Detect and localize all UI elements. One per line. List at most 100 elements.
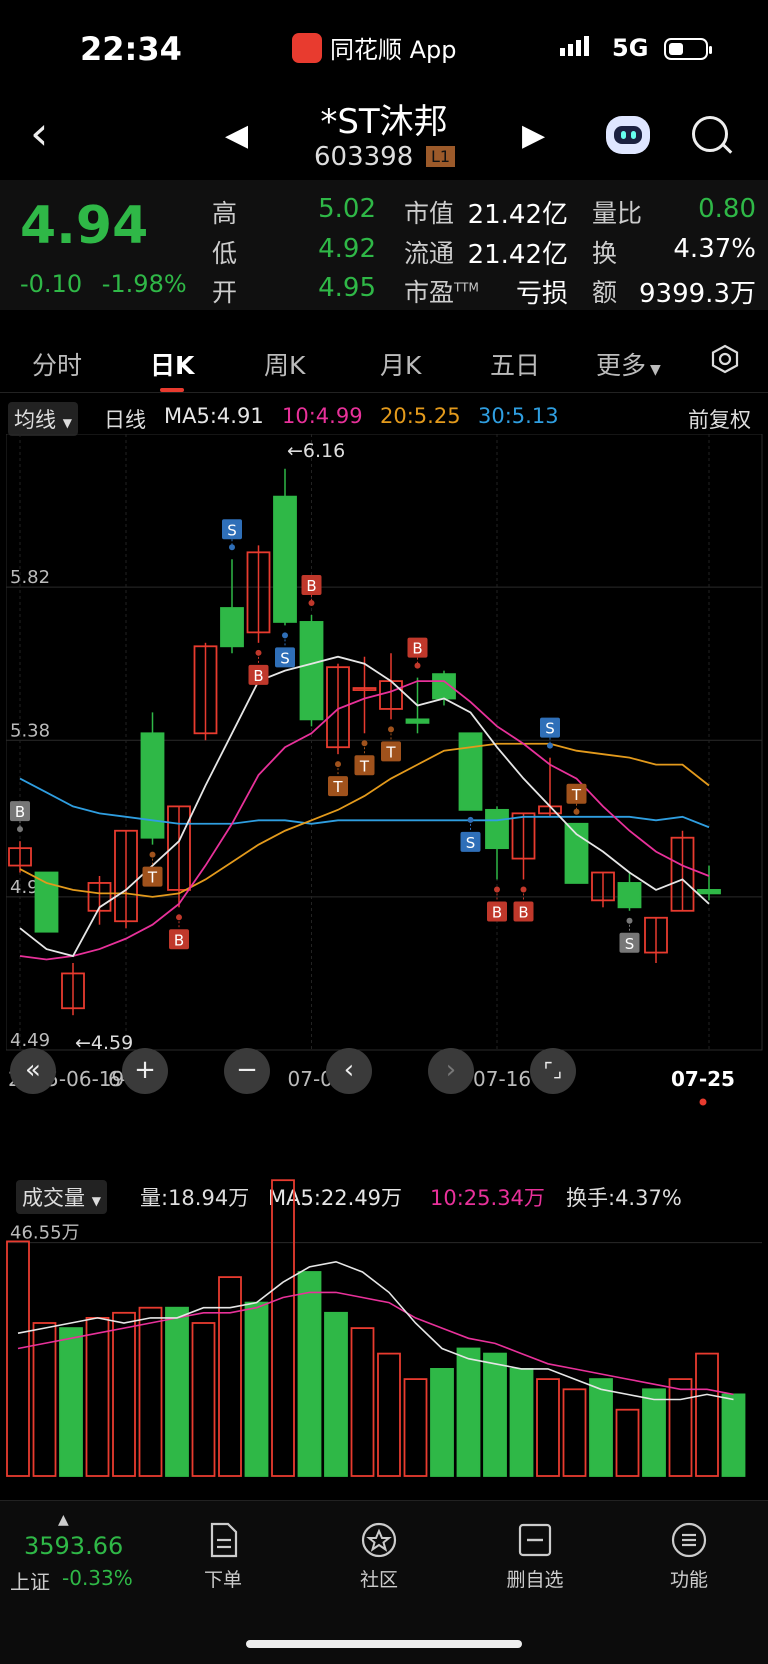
volume-bar (244, 1301, 269, 1477)
zoom-out-button[interactable]: − (224, 1048, 270, 1094)
signal-label: B (15, 803, 25, 821)
signal-dot (467, 816, 474, 823)
order-label: 下单 (203, 1569, 242, 1591)
volume-bar (430, 1367, 454, 1477)
signal-dot (494, 886, 500, 893)
y-tick-label: 6.26 (10, 434, 50, 435)
period-label: 日线 (104, 408, 146, 432)
prev-candle-button[interactable]: ‹ (326, 1048, 372, 1094)
remove-watchlist-label: 删自选 (506, 1569, 564, 1591)
candle-body (273, 495, 297, 623)
volume-bar (562, 1388, 587, 1477)
signal-label: S (227, 521, 237, 539)
volume-bar (615, 1408, 640, 1477)
signal-label: B (306, 577, 316, 595)
signal-icon (560, 36, 589, 56)
prev-stock-button[interactable]: ◀ (225, 118, 248, 153)
volume-chart[interactable]: 46.55万 (6, 1170, 764, 1484)
last-price: 4.94 (20, 196, 149, 256)
volume-bar (642, 1388, 666, 1477)
tab-monthly-k[interactable]: 月K (380, 346, 421, 382)
volume-bar (85, 1316, 110, 1477)
adjust-mode[interactable]: 前复权 (688, 404, 751, 434)
home-indicator (246, 1640, 522, 1648)
tab-more[interactable]: 更多 ▼ (596, 346, 661, 382)
signal-dot (255, 649, 262, 656)
volume-bar (32, 1322, 57, 1477)
volume-bar (59, 1327, 83, 1477)
zoom-in-button[interactable]: + (122, 1048, 168, 1094)
tab-five-day[interactable]: 五日 (490, 346, 540, 382)
index-value[interactable]: 3593.66 (24, 1532, 123, 1560)
function-label: 功能 (669, 1569, 708, 1591)
candle-body (485, 808, 509, 850)
signal-label: T (571, 786, 582, 804)
kline-chart[interactable]: 6.265.825.384.934.49BTBSBSBTTTBSBBSTS←6.… (6, 434, 764, 1114)
next-stock-button[interactable]: ▶ (522, 118, 545, 153)
index-change: -0.33% (62, 1566, 133, 1590)
community-label: 社区 (359, 1569, 398, 1591)
settings-hexagon-icon[interactable] (710, 344, 740, 374)
battery-icon (664, 38, 712, 60)
ma5-value: MA5:4.91 (164, 404, 264, 428)
signal-label: B (492, 903, 502, 921)
tab-weekly-k[interactable]: 周K (264, 346, 305, 382)
signal-label: T (147, 869, 158, 887)
candle-body (34, 871, 59, 933)
community-star-icon (361, 1522, 397, 1558)
signal-dot (520, 886, 527, 893)
stock-name: *ST沐邦 (320, 102, 448, 142)
current-date-dot (699, 1098, 707, 1106)
candle-body (299, 621, 324, 721)
index-name: 上证 (10, 1570, 50, 1594)
volume-bar (350, 1327, 375, 1477)
high-value: 5.02 (318, 194, 376, 224)
volume-bar (324, 1311, 348, 1477)
order-button[interactable]: 下单 (168, 1520, 278, 1592)
fullscreen-button[interactable]: ⌜⌟ (530, 1048, 576, 1094)
float-label: 流通 (404, 239, 455, 268)
signal-label: B (174, 931, 184, 949)
volume-bar (403, 1378, 428, 1477)
signal-dot (176, 914, 182, 921)
rewind-button[interactable]: « (10, 1048, 56, 1094)
candle-body (458, 732, 483, 811)
signal-label: T (359, 757, 370, 775)
app-icon (292, 32, 322, 63)
signal-dot (17, 826, 23, 833)
status-time: 22:34 (80, 30, 182, 68)
volume-bar (456, 1347, 481, 1477)
signal-label: S (625, 935, 635, 953)
indicator-selector[interactable]: 均线 ▼ (8, 402, 78, 436)
expand-up-icon[interactable]: ▲ (58, 1512, 69, 1528)
level-badge: L1 (426, 146, 456, 167)
community-button[interactable]: 社区 (324, 1520, 434, 1592)
order-document-icon (210, 1522, 238, 1558)
volume-bar (721, 1393, 746, 1477)
remove-watchlist-button[interactable]: 删自选 (480, 1520, 590, 1592)
volume-bar (509, 1367, 534, 1477)
signal-dot (335, 761, 341, 768)
network-type: 5G (612, 34, 649, 62)
max-price-annotation: ←6.16 (287, 440, 345, 462)
assistant-robot-icon[interactable] (606, 116, 650, 154)
ma30-value: 30:5.13 (478, 404, 559, 428)
search-icon[interactable] (692, 116, 728, 152)
app-indicator: 同花顺 App (292, 30, 457, 65)
turnover-value: 4.37% (673, 234, 756, 264)
volume-y-tick: 46.55万 (10, 1223, 80, 1244)
candle-body (405, 718, 430, 724)
back-button[interactable]: ‹ (30, 110, 48, 156)
volume-ratio-label: 量比 (592, 199, 643, 228)
volume-bar (377, 1352, 401, 1477)
candle-body (220, 607, 244, 648)
signal-label: T (385, 743, 396, 761)
tab-daily-k[interactable]: 日K (150, 346, 194, 382)
signal-dot (308, 599, 315, 606)
function-menu-button[interactable]: 功能 (634, 1520, 744, 1592)
candle-body (697, 889, 721, 895)
signal-dot (149, 851, 156, 858)
next-candle-button[interactable]: › (428, 1048, 474, 1094)
candle-body (564, 822, 589, 884)
tab-intraday[interactable]: 分时 (32, 346, 82, 382)
